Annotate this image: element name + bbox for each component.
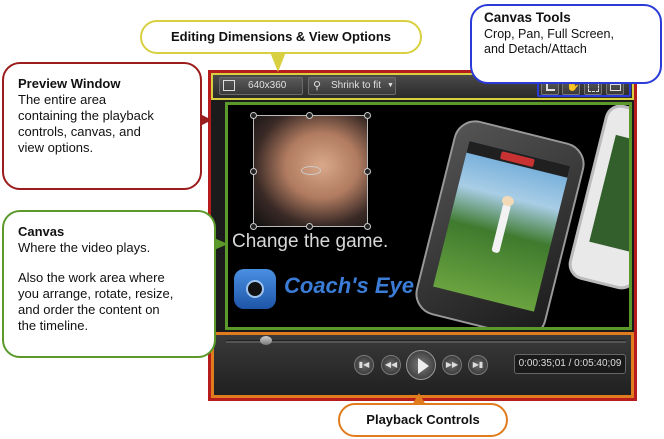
zoom-dropdown[interactable]: ⚲ Shrink to fit ▼ — [308, 77, 396, 95]
skip-forward-icon: ▶▮ — [472, 360, 484, 369]
brand-text: Coach's Eye — [284, 273, 414, 298]
fast-forward-button[interactable]: ▶▶ — [442, 355, 462, 375]
editing-callout-pointer — [270, 52, 286, 72]
play-button[interactable] — [406, 350, 436, 380]
fast-forward-icon: ▶▶ — [445, 360, 459, 369]
canvas-line-5: the timeline. — [18, 318, 89, 333]
playback-callout-pointer — [412, 393, 426, 405]
selection-handle[interactable] — [250, 112, 257, 119]
rewind-button[interactable]: ◀◀ — [381, 355, 401, 375]
editing-callout: Editing Dimensions & View Options — [140, 20, 422, 54]
preview-window-line-1: The entire area — [18, 92, 107, 107]
canvas-tools-line-1: Crop, Pan, Full Screen, — [484, 27, 614, 41]
preview-window-callout: Preview Window The entire area containin… — [2, 62, 202, 190]
selection-handle[interactable] — [306, 112, 313, 119]
preview-callout-pointer — [200, 114, 212, 126]
rotate-handle[interactable] — [301, 166, 321, 175]
canvas-line-1: Where the video plays. — [18, 240, 151, 255]
canvas-callout: Canvas Where the video plays. Also the w… — [2, 210, 216, 358]
timeline-scrubber[interactable] — [260, 336, 272, 345]
next-clip-button[interactable]: ▶▮ — [468, 355, 488, 375]
preview-window-line-2: containing the playback — [18, 108, 154, 123]
previous-clip-button[interactable]: ▮◀ — [354, 355, 374, 375]
zoom-label: Shrink to fit — [331, 80, 382, 91]
canvas[interactable]: Change the game. Coach's Eye — [225, 102, 632, 330]
canvas-line-3: you arrange, rotate, resize, — [18, 286, 174, 301]
canvas-line-4: and order the content on — [18, 302, 160, 317]
selection-handle[interactable] — [250, 168, 257, 175]
magnifier-icon: ⚲ — [313, 80, 322, 92]
dimensions-label: 640x360 — [248, 80, 287, 91]
editing-callout-text: Editing Dimensions & View Options — [170, 29, 392, 44]
dimensions-icon — [223, 80, 235, 91]
rewind-icon: ◀◀ — [384, 360, 398, 369]
chevron-down-icon: ▼ — [387, 82, 394, 89]
canvas-tools-title: Canvas Tools — [484, 10, 571, 25]
canvas-tools-line-2: and Detach/Attach — [484, 42, 587, 56]
playback-callout-text: Playback Controls — [366, 412, 480, 427]
timeline-track[interactable] — [226, 340, 626, 343]
playback-callout: Playback Controls — [338, 403, 508, 437]
selection-handle[interactable] — [306, 223, 313, 230]
selection-handle[interactable] — [364, 223, 371, 230]
canvas-line-2: Also the work area where — [18, 270, 165, 285]
preview-window-title: Preview Window — [18, 76, 121, 91]
preview-window-line-3: controls, canvas, and — [18, 124, 141, 139]
selection-handle[interactable] — [364, 168, 371, 175]
canvas-tools-callout: Canvas Tools Crop, Pan, Full Screen, and… — [470, 4, 662, 84]
phone-image — [410, 115, 590, 327]
canvas-callout-pointer — [214, 238, 228, 250]
coach-eye-logo-icon — [234, 269, 276, 309]
timecode-display: 0:00:35;01 / 0:05:40;09 — [514, 354, 626, 374]
dimensions-button[interactable]: 640x360 — [219, 77, 303, 95]
canvas-title: Canvas — [18, 224, 65, 239]
selection-handle[interactable] — [250, 223, 257, 230]
selection-handle[interactable] — [364, 112, 371, 119]
skip-back-icon: ▮◀ — [358, 360, 370, 369]
phone-screen — [433, 140, 571, 312]
preview-window-line-4: view options. — [18, 140, 94, 155]
slogan-text: Change the game. — [232, 231, 389, 252]
play-icon — [418, 358, 429, 374]
timecode-text: 0:00:35;01 / 0:05:40;09 — [518, 358, 622, 369]
